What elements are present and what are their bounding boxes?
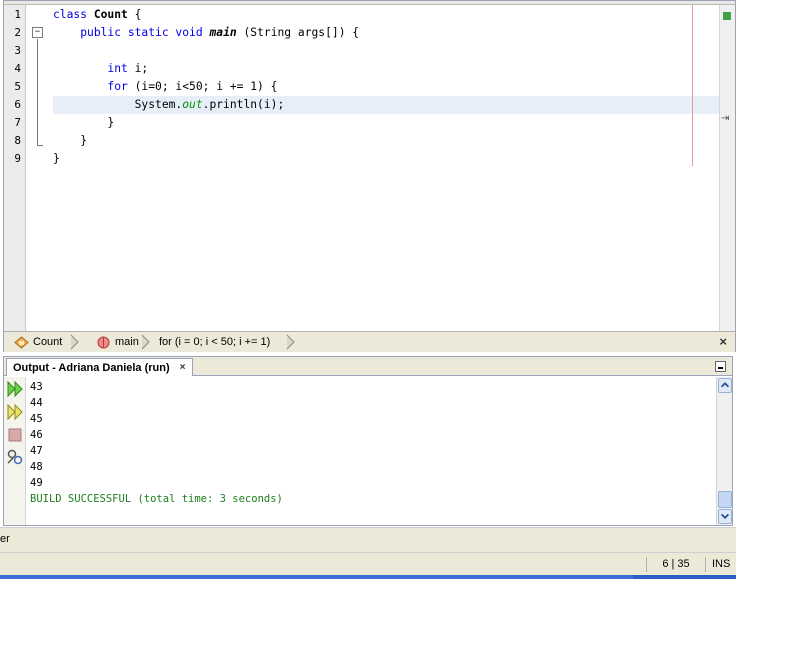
keyword: class [53, 8, 88, 21]
code-text: .println(i); [202, 98, 285, 111]
current-line-marker-icon[interactable]: ⇥ [721, 113, 729, 124]
output-tab-label: Output - Adriana Daniela (run) [13, 361, 170, 374]
code-line-2: public static void main (String args[]) … [53, 24, 719, 42]
chevron-up-icon [720, 382, 730, 388]
code-text-area[interactable]: class Count { public static void main (S… [53, 5, 719, 331]
rerun-with-options-icon[interactable] [6, 403, 24, 421]
output-line: 45 [30, 413, 43, 425]
fold-end-marker [37, 145, 43, 146]
output-line: 48 [30, 461, 43, 473]
close-icon[interactable]: × [719, 334, 727, 349]
output-tab-bar: Output - Adriana Daniela (run) × [4, 357, 732, 376]
lower-panel-label: er [0, 533, 10, 545]
chevron-down-icon [720, 513, 730, 519]
scrollbar-thumb[interactable] [718, 491, 732, 508]
keyword: for [107, 80, 128, 93]
code-line-1: class Count { [53, 6, 719, 24]
error-stripe[interactable]: ⇥ [719, 5, 735, 331]
code-editor[interactable]: 1 2 3 4 5 6 7 8 9 − class Count { public… [3, 0, 736, 352]
breadcrumb-item-class[interactable]: Count [14, 335, 62, 350]
breadcrumb-item-for[interactable]: for (i = 0; i < 50; i += 1) [159, 335, 270, 350]
line-number: 5 [14, 80, 21, 93]
fold-guide [37, 39, 38, 145]
code-line-4: int i; [53, 60, 719, 78]
class-name: Count [93, 8, 128, 21]
output-window: Output - Adriana Daniela (run) × 43 44 4… [3, 356, 733, 526]
rerun-icon[interactable] [6, 380, 24, 398]
output-line: 49 [30, 477, 43, 489]
breadcrumb-separator-icon [286, 334, 295, 350]
breadcrumb-item-method[interactable]: main [96, 335, 139, 350]
line-number: 2 [14, 26, 21, 39]
scroll-down-button[interactable] [718, 509, 732, 524]
fold-column: − [27, 5, 53, 331]
output-line: 47 [30, 445, 43, 457]
close-icon[interactable]: × [180, 362, 186, 373]
right-margin-line [692, 5, 693, 166]
breadcrumb-label: main [115, 336, 139, 348]
line-number: 7 [14, 116, 21, 129]
settings-icon[interactable] [6, 448, 24, 466]
code-text: i; [127, 62, 149, 75]
taskbar-edge [0, 575, 736, 579]
collapse-fold-icon[interactable]: − [32, 27, 43, 38]
line-number: 9 [14, 152, 21, 165]
code-line-6-current: System.out.println(i); [53, 96, 719, 114]
code-line-5: for (i=0; i<50; i += 1) { [53, 78, 719, 96]
breadcrumb-label: Count [33, 336, 63, 348]
line-number: 8 [14, 134, 21, 147]
method-icon [97, 336, 110, 349]
breadcrumb: Count main for (i = 0; i < 50; i += 1) × [4, 331, 735, 352]
line-number-gutter: 1 2 3 4 5 6 7 8 9 [4, 5, 26, 331]
scroll-up-button[interactable] [718, 378, 732, 393]
minimize-icon[interactable] [715, 361, 726, 372]
line-number: 6 [14, 98, 21, 111]
method-name: main [209, 26, 237, 39]
build-status-message: BUILD SUCCESSFUL (total time: 3 seconds) [30, 493, 283, 505]
code-line-8: } [53, 134, 88, 147]
output-console-text[interactable]: 43 44 45 46 47 48 49 BUILD SUCCESSFUL (t… [30, 379, 715, 525]
caret-position: 6 | 35 [646, 557, 706, 572]
keyword: int [107, 62, 128, 75]
insert-mode-indicator: INS [712, 558, 731, 570]
output-tab[interactable]: Output - Adriana Daniela (run) × [6, 358, 193, 376]
output-line: 43 [30, 381, 43, 393]
code-text: (i=0; i<50; i += 1) { [127, 80, 278, 93]
keyword: public static void [80, 26, 203, 39]
code-line-7: } [53, 116, 115, 129]
lower-panel: er [0, 527, 736, 552]
code-text: (String args[]) { [236, 26, 360, 39]
line-number: 4 [14, 62, 21, 75]
output-toolbar [4, 377, 26, 525]
static-field: out [182, 98, 203, 111]
no-errors-indicator[interactable] [723, 12, 731, 20]
output-line: 46 [30, 429, 43, 441]
output-line: 44 [30, 397, 43, 409]
class-icon [14, 336, 29, 349]
breadcrumb-separator-icon [70, 334, 79, 350]
line-number: 1 [14, 8, 21, 21]
stop-icon[interactable] [6, 426, 24, 444]
status-bar: 6 | 35 INS [0, 552, 736, 575]
breadcrumb-label: for (i = 0; i < 50; i += 1) [159, 336, 271, 348]
code-text: System. [134, 98, 183, 111]
breadcrumb-separator-icon [141, 334, 150, 350]
code-text: { [127, 8, 142, 21]
line-number: 3 [14, 44, 21, 57]
code-line-9: } [53, 152, 60, 165]
output-scrollbar[interactable] [716, 377, 732, 525]
